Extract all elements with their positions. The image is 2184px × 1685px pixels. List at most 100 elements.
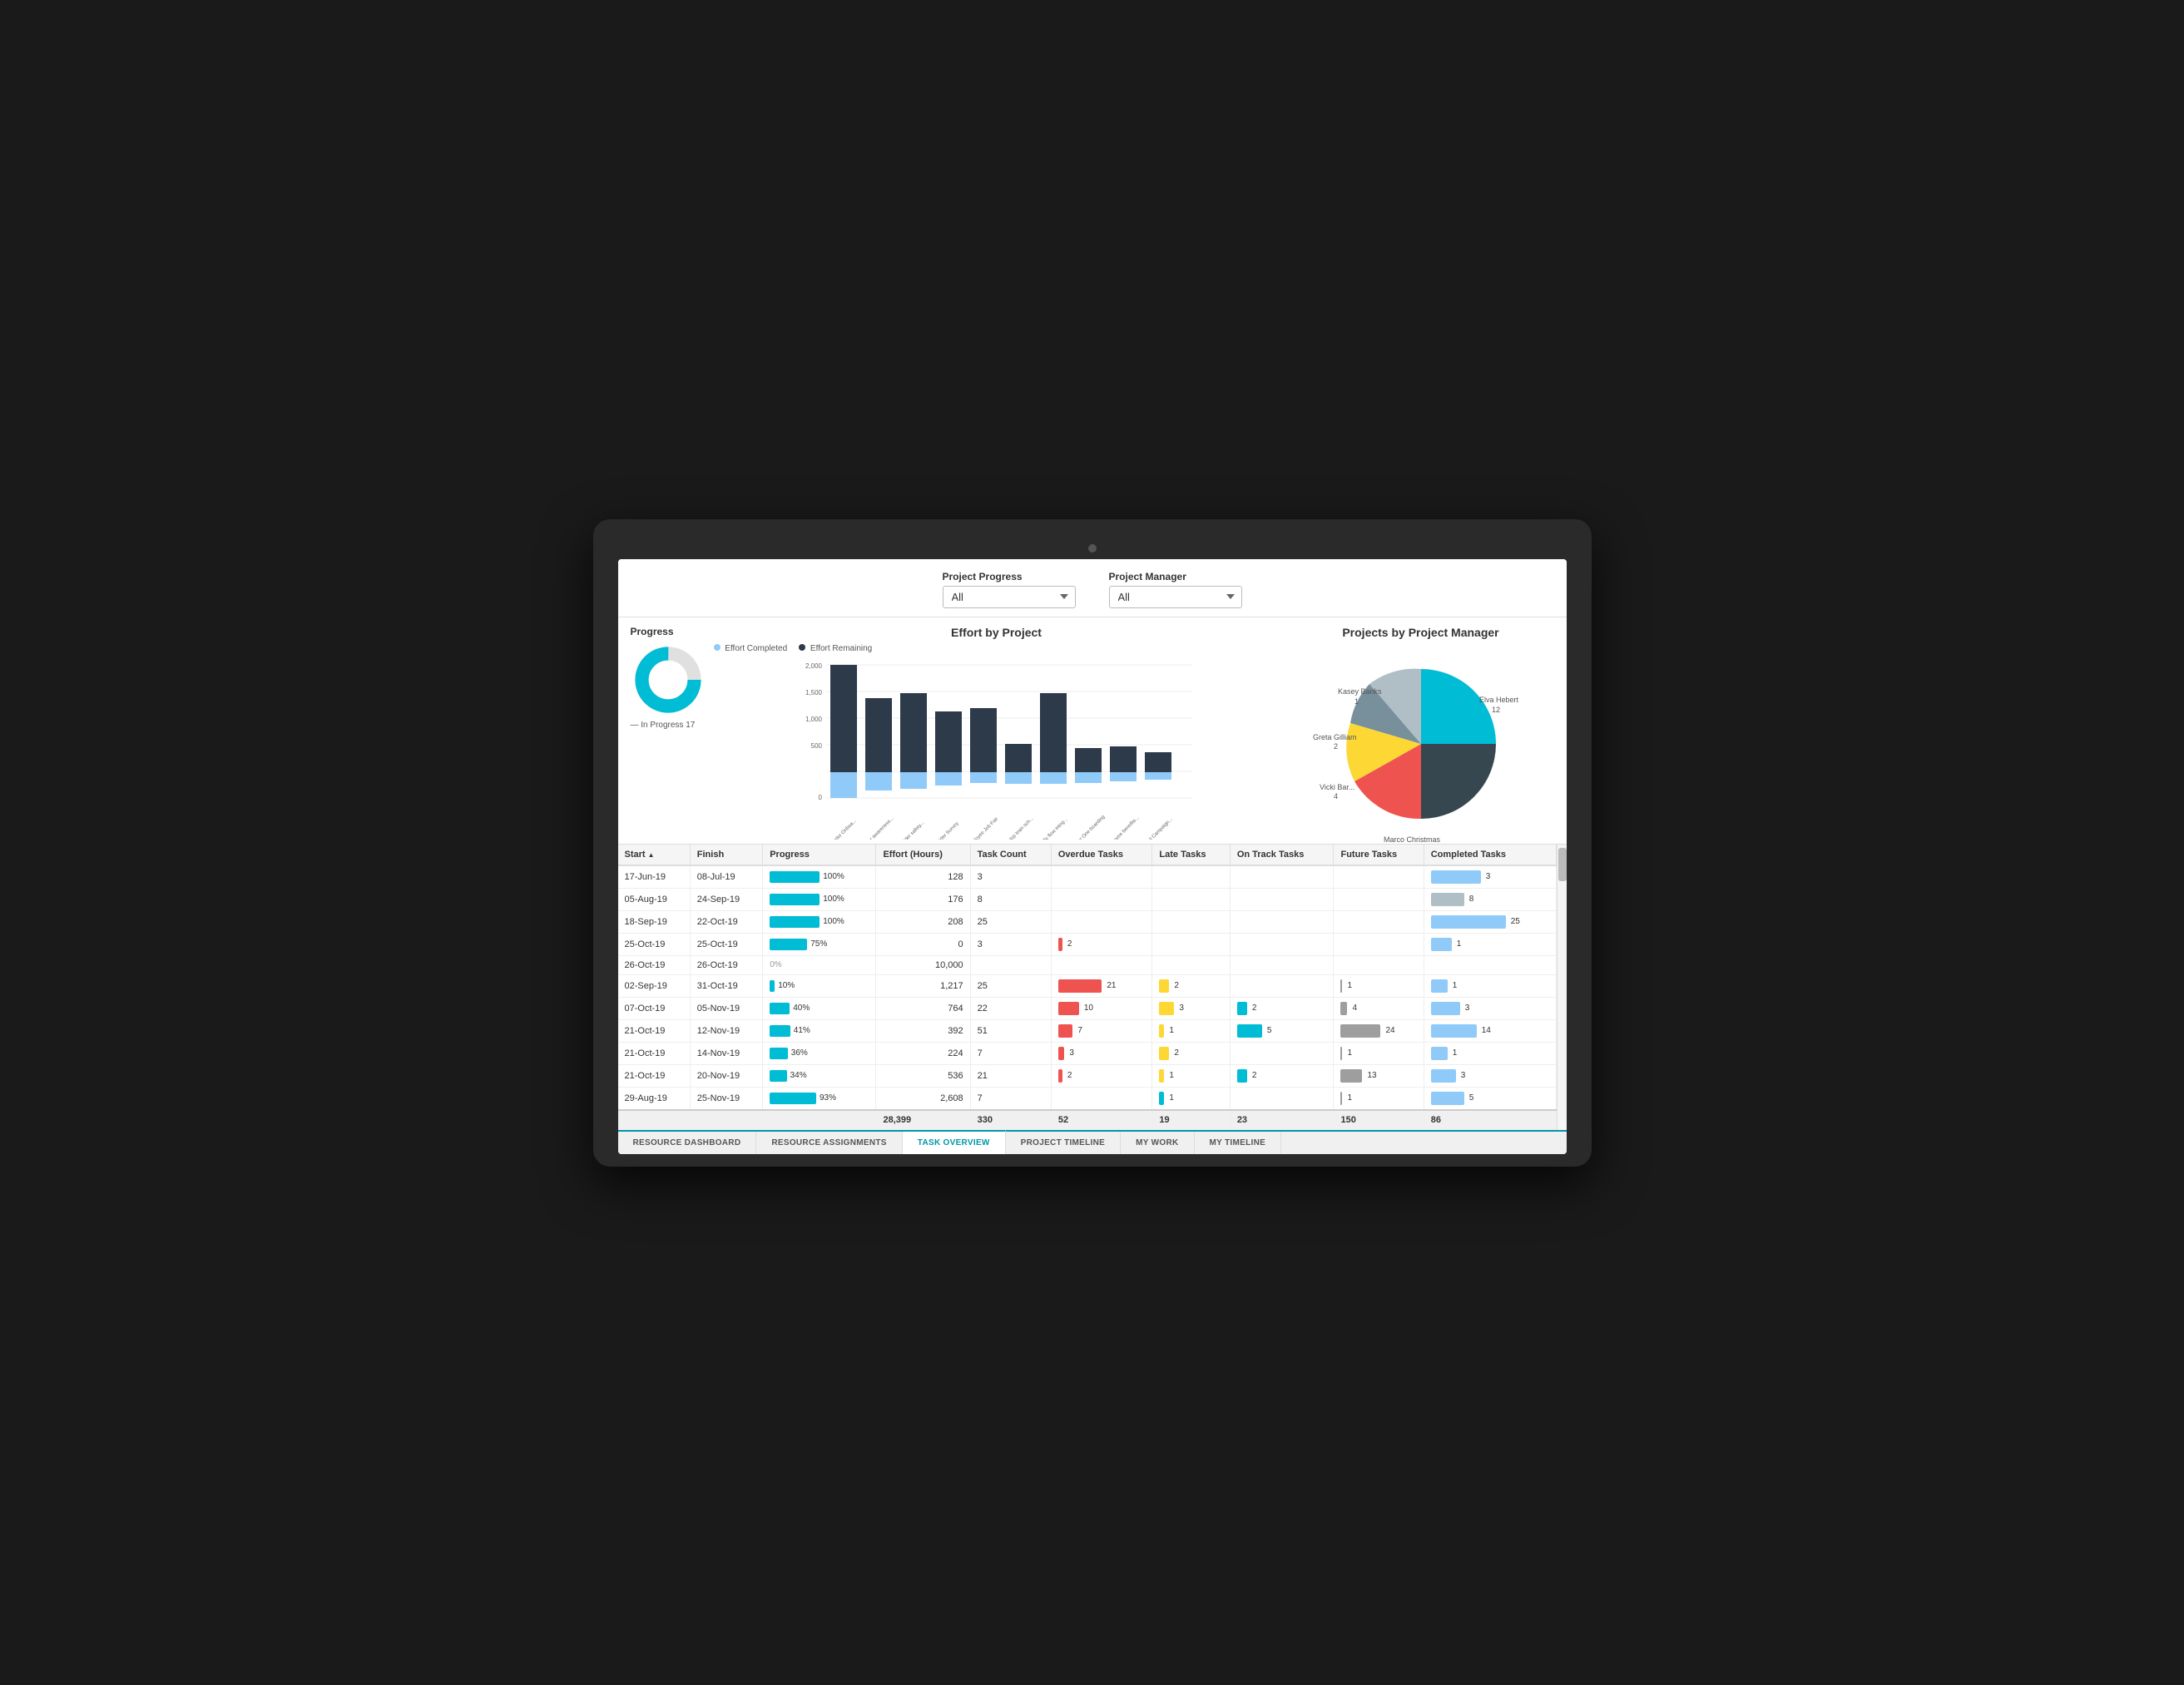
bottom-tab-my-work[interactable]: My Work: [1121, 1132, 1194, 1154]
filter-project-manager: Project Manager All: [1109, 571, 1242, 608]
cell-finish: 12-Nov-19: [690, 1019, 762, 1042]
bottom-tab-resource-dashboard[interactable]: Resource Dashboard: [618, 1132, 757, 1154]
cell-task-count: 8: [970, 888, 1051, 910]
svg-text:1,500: 1,500: [805, 689, 822, 696]
bar-chart-legend: Effort Completed Effort Remaining: [714, 644, 1280, 653]
col-future: Future Tasks: [1334, 845, 1424, 865]
cell-completed: 1: [1424, 1042, 1556, 1064]
pie-chart-title: Projects by Project Manager: [1288, 626, 1554, 639]
cell-completed: 5: [1424, 1087, 1556, 1110]
svg-text:Employee benefits...: Employee benefits...: [1104, 815, 1140, 839]
cell-start: 21-Oct-19: [618, 1019, 691, 1042]
cell-late: 1: [1152, 1019, 1230, 1042]
col-effort: Effort (Hours): [876, 845, 970, 865]
cell-effort: 224: [876, 1042, 970, 1064]
cell-overdue: 2: [1051, 1064, 1152, 1087]
table-row: 25-Oct-19 25-Oct-19 75% 0 3 2 1: [618, 933, 1557, 955]
total-effort: 28,399: [876, 1110, 970, 1130]
svg-text:Email Campaign...: Email Campaign...: [1141, 816, 1173, 839]
svg-text:Develop train sch...: Develop train sch...: [1001, 815, 1035, 839]
cell-finish: 25-Nov-19: [690, 1087, 762, 1110]
cell-task-count: 7: [970, 1042, 1051, 1064]
cell-on-track: [1230, 1042, 1334, 1064]
cell-progress: 100%: [763, 888, 876, 910]
total-overdue: 52: [1051, 1110, 1152, 1130]
bottom-tab-task-overview[interactable]: Task Overview: [903, 1130, 1006, 1154]
cell-finish: 14-Nov-19: [690, 1042, 762, 1064]
svg-text:Vendor Onboa...: Vendor Onboa...: [828, 818, 857, 840]
cell-overdue: 21: [1051, 974, 1152, 997]
cell-on-track: [1230, 955, 1334, 974]
legend-completed-dot: [714, 644, 721, 651]
cell-progress: 10%: [763, 974, 876, 997]
cell-task-count: 22: [970, 997, 1051, 1019]
cell-on-track: [1230, 910, 1334, 933]
donut-section: Progress — In Progress 17: [631, 626, 706, 844]
cell-progress: 0%: [763, 955, 876, 974]
project-manager-select[interactable]: All: [1109, 586, 1242, 608]
cell-effort: 2,608: [876, 1087, 970, 1110]
bar-chart-wrapper: 2,000 1,500 1,000 500 0 Vendor Onboa...: [714, 657, 1280, 840]
cell-overdue: [1051, 1087, 1152, 1110]
cell-start: 29-Aug-19: [618, 1087, 691, 1110]
cell-task-count: 3: [970, 933, 1051, 955]
project-manager-label: Project Manager: [1109, 571, 1242, 582]
charts-area: Progress — In Progress 17 Effort by Proj…: [618, 617, 1567, 844]
cell-on-track: [1230, 888, 1334, 910]
cell-task-count: 21: [970, 1064, 1051, 1087]
cell-on-track: 5: [1230, 1019, 1334, 1042]
cell-progress: 41%: [763, 1019, 876, 1042]
svg-text:2,000: 2,000: [805, 662, 822, 670]
total-label: [618, 1110, 876, 1130]
cell-finish: 25-Oct-19: [690, 933, 762, 955]
cell-on-track: 2: [1230, 997, 1334, 1019]
cell-effort: 392: [876, 1019, 970, 1042]
cell-future: 24: [1334, 1019, 1424, 1042]
svg-text:Elva Hebert: Elva Hebert: [1479, 696, 1519, 704]
pie-chart-wrapper: Elva Hebert 12 Marco Christmas 5 Vicki B…: [1288, 644, 1554, 844]
bottom-tab-project-timeline[interactable]: Project Timeline: [1006, 1132, 1121, 1154]
cell-effort: 764: [876, 997, 970, 1019]
bottom-tab-resource-assignments[interactable]: Resource Assignments: [756, 1132, 902, 1154]
scrollbar[interactable]: [1557, 845, 1567, 1130]
cell-start: 17-Jun-19: [618, 865, 691, 889]
cell-completed: 3: [1424, 1064, 1556, 1087]
cell-effort: 10,000: [876, 955, 970, 974]
table-row: 26-Oct-19 26-Oct-19 0% 10,000: [618, 955, 1557, 974]
svg-text:Traffic flow integ...: Traffic flow integ...: [1037, 816, 1069, 839]
svg-text:2: 2: [1334, 742, 1338, 751]
cell-effort: 176: [876, 888, 970, 910]
donut-legend: — In Progress 17: [631, 721, 696, 730]
svg-text:Driver awareness...: Driver awareness...: [860, 815, 894, 839]
cell-finish: 20-Nov-19: [690, 1064, 762, 1087]
cell-late: [1152, 910, 1230, 933]
cell-effort: 0: [876, 933, 970, 955]
svg-text:Greta Gilliam: Greta Gilliam: [1313, 733, 1357, 741]
total-future: 150: [1334, 1110, 1424, 1130]
cell-finish: 22-Oct-19: [690, 910, 762, 933]
cell-task-count: [970, 955, 1051, 974]
svg-text:Rider safety...: Rider safety...: [900, 820, 925, 840]
cell-future: [1334, 933, 1424, 955]
col-finish: Finish: [690, 845, 762, 865]
scrollbar-thumb[interactable]: [1558, 848, 1567, 881]
table-row: 21-Oct-19 14-Nov-19 36% 224 7 3 2 1 1: [618, 1042, 1557, 1064]
donut-title: Progress: [631, 626, 674, 637]
cell-late: [1152, 888, 1230, 910]
cell-overdue: [1051, 955, 1152, 974]
project-progress-select[interactable]: All: [943, 586, 1076, 608]
col-on-track: On Track Tasks: [1230, 845, 1334, 865]
cell-future: [1334, 910, 1424, 933]
cell-completed: 3: [1424, 865, 1556, 889]
data-table: Start ▲ Finish Progress Effort (Hours) T…: [618, 845, 1557, 1130]
table-row: 18-Sep-19 22-Oct-19 100% 208 25 25: [618, 910, 1557, 933]
table-row: 29-Aug-19 25-Nov-19 93% 2,608 7 1 1 5: [618, 1087, 1557, 1110]
cell-effort: 208: [876, 910, 970, 933]
cell-future: 1: [1334, 1087, 1424, 1110]
bottom-tab-my-timeline[interactable]: My Timeline: [1195, 1132, 1282, 1154]
cell-progress: 36%: [763, 1042, 876, 1064]
cell-start: 21-Oct-19: [618, 1042, 691, 1064]
table-row: 02-Sep-19 31-Oct-19 10% 1,217 25 21 2 1 …: [618, 974, 1557, 997]
cell-start: 26-Oct-19: [618, 955, 691, 974]
legend-completed: Effort Completed: [714, 644, 788, 653]
